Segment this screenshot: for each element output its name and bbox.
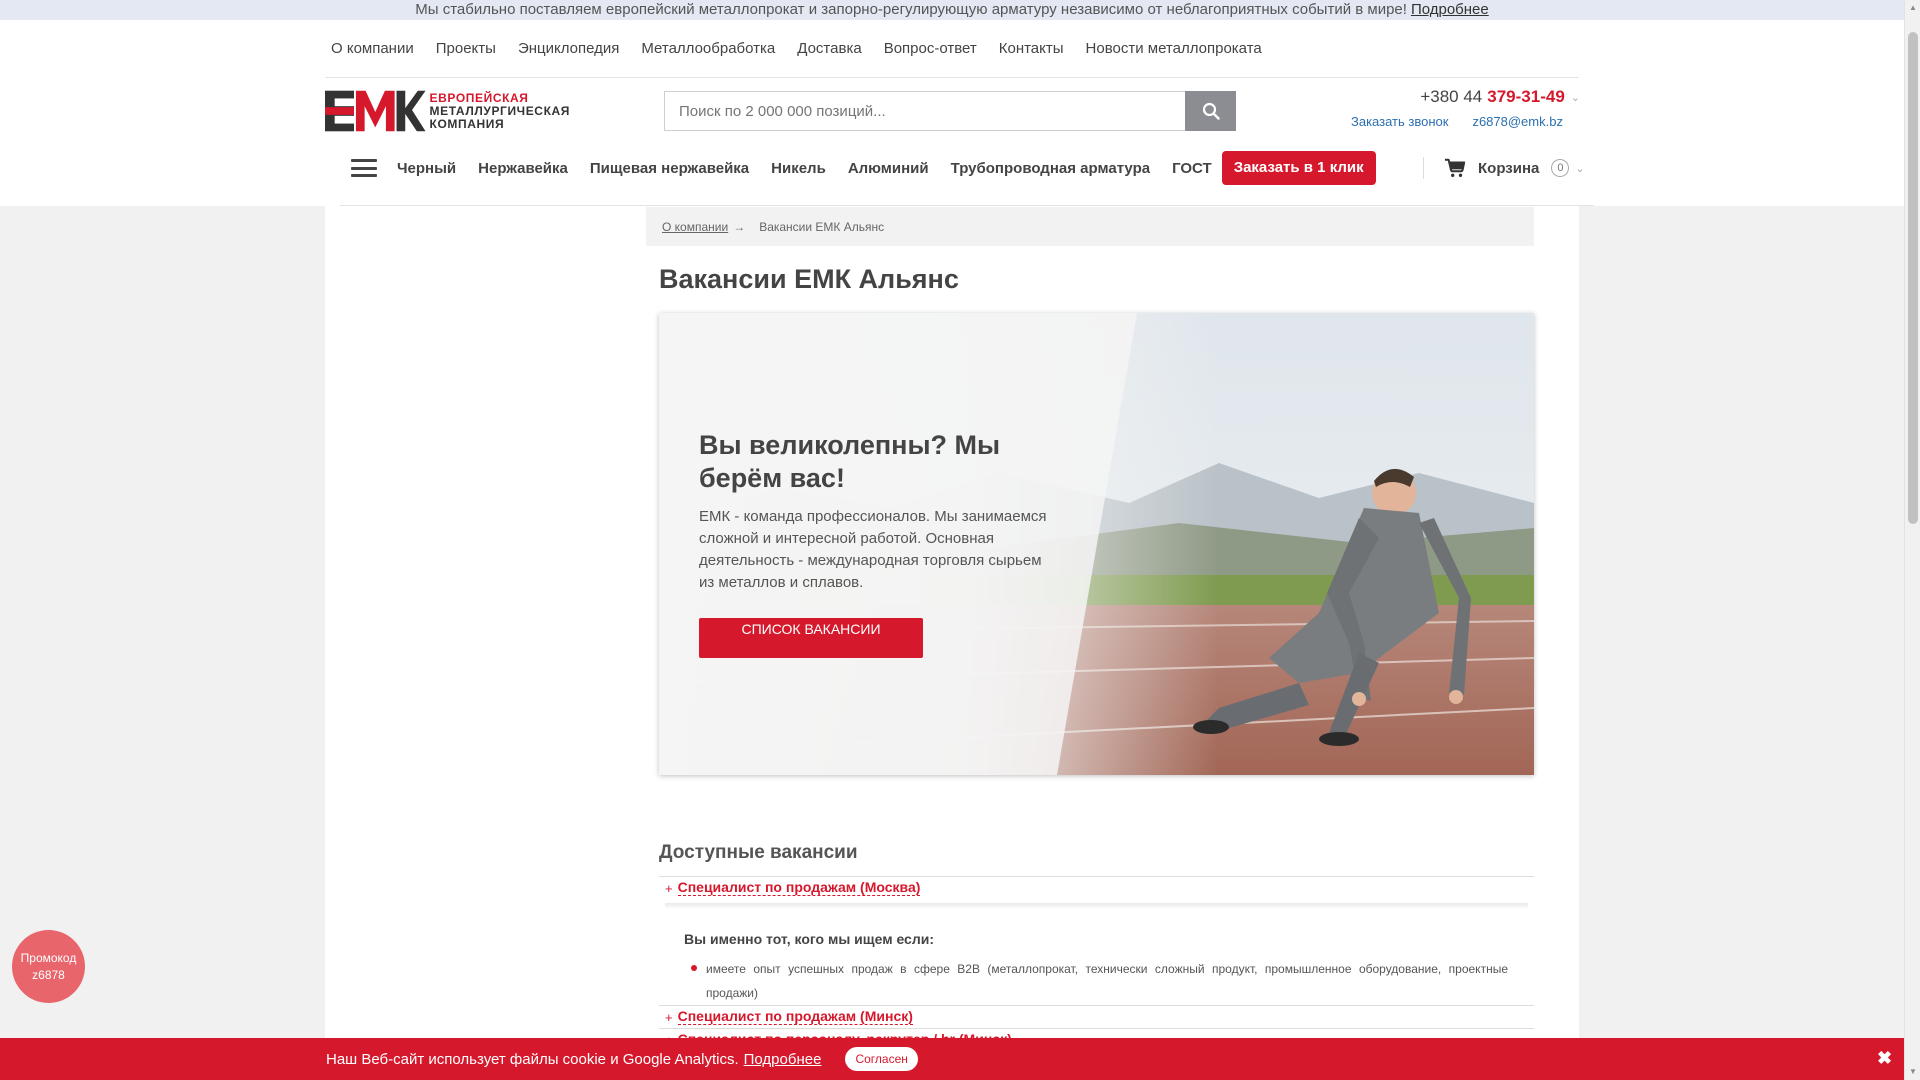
promo-label: Промокод: [20, 950, 77, 965]
hero-text: ЕМК - команда профессионалов. Мы занимае…: [699, 508, 1047, 591]
top-nav-about[interactable]: О компании: [331, 38, 414, 60]
vacancy-list-button[interactable]: СПИСОК ВАКАНСИИ: [699, 618, 923, 658]
promo-code-badge[interactable]: Промокод z6878: [12, 930, 85, 1003]
breadcrumb-current: Вакансии ЕМК Альянс: [759, 219, 885, 234]
close-icon[interactable]: ✖: [1877, 1048, 1892, 1069]
cookie-more-link[interactable]: Подробнее: [744, 1051, 822, 1068]
category-nav-divider: [340, 205, 1594, 206]
email-link[interactable]: z6878@emk.bz: [1472, 114, 1563, 129]
cookie-banner: Наш Веб-сайт использует файлы cookie и G…: [0, 1038, 1904, 1080]
notice-text: Мы стабильно поставляем европейский мета…: [415, 1, 1407, 18]
search-input[interactable]: [664, 91, 1185, 131]
phone-number[interactable]: +380 44 379-31-49 ⌄: [1420, 87, 1580, 107]
plus-icon: +: [665, 1009, 673, 1025]
vacancy-item[interactable]: + Специалист по продажам (Москва): [659, 876, 1534, 899]
top-nav-encyclopedia[interactable]: Энциклопедия: [518, 38, 619, 60]
search-icon: [1202, 102, 1220, 120]
plus-icon: +: [665, 880, 673, 896]
vacancy-divider: [665, 903, 1528, 909]
notice-bar: Мы стабильно поставляем европейский мета…: [0, 0, 1904, 20]
header-contacts: Заказать звонок z6878@emk.bz: [1351, 114, 1563, 129]
top-nav-projects[interactable]: Проекты: [436, 38, 496, 60]
notice-more-link[interactable]: Подробнее: [1411, 1, 1489, 18]
category-nickel[interactable]: Никель: [771, 160, 826, 177]
logo-text: ЕВРОПЕЙСКАЯ МЕТАЛЛУРГИЧЕСКАЯ КОМПАНИЯ: [429, 90, 570, 131]
top-nav-metalworking[interactable]: Металлообработка: [641, 38, 775, 60]
scroll-down-icon[interactable]: ▼: [1908, 1067, 1918, 1077]
top-nav: О компании Проекты Энциклопедия Металлоо…: [325, 38, 1284, 60]
category-gost[interactable]: ГОСТ: [1172, 160, 1212, 177]
cart[interactable]: Корзина 0 ⌄: [1423, 157, 1585, 179]
category-food-stainless[interactable]: Пищевая нержавейка: [590, 160, 749, 177]
chevron-down-icon[interactable]: ⌄: [1575, 162, 1584, 175]
category-aluminium[interactable]: Алюминий: [848, 160, 929, 177]
logo-line-3: КОМПАНИЯ: [429, 116, 505, 131]
menu-icon[interactable]: [351, 159, 377, 177]
vacancy-link[interactable]: Специалист по продажам (Москва): [677, 880, 921, 896]
top-nav-faq[interactable]: Вопрос-ответ: [884, 38, 977, 60]
chevron-down-icon[interactable]: ⌄: [1571, 91, 1580, 104]
vacancy-link[interactable]: Специалист по продажам (Минск): [677, 1009, 913, 1025]
breadcrumb-arrow: →: [733, 219, 746, 234]
cart-count-badge: 0: [1551, 159, 1570, 177]
phone-main: 379-31-49: [1487, 87, 1565, 106]
promo-code: z6878: [32, 967, 65, 982]
hero-banner: Вы великолепны? Мы берём вас! ЕМК - кома…: [659, 313, 1534, 775]
page-title: Вакансии ЕМК Альянс: [659, 264, 959, 294]
cart-icon: [1444, 158, 1466, 177]
category-stainless[interactable]: Нержавейка: [478, 160, 568, 177]
logo[interactable]: ЕВРОПЕЙСКАЯ МЕТАЛЛУРГИЧЕСКАЯ КОМПАНИЯ: [325, 90, 570, 132]
vacancy-details-heading: Вы именно тот, кого мы ищем если:: [684, 931, 934, 947]
vacancy-requirements: имеете опыт успешных продаж в сфере B2B …: [684, 957, 1508, 1005]
breadcrumb: О компании → Вакансии ЕМК Альянс: [646, 207, 1534, 246]
category-pipeline-fittings[interactable]: Трубопроводная арматура: [951, 160, 1150, 177]
logo-mark-icon: [325, 90, 426, 132]
breadcrumb-about-link[interactable]: О компании: [662, 220, 728, 234]
search-button[interactable]: [1185, 91, 1236, 131]
top-nav-contacts[interactable]: Контакты: [999, 38, 1064, 60]
phone-prefix: +380 44: [1420, 87, 1483, 106]
category-black[interactable]: Черный: [397, 160, 456, 177]
logo-line-1: ЕВРОПЕЙСКАЯ: [429, 90, 529, 105]
top-nav-divider: [325, 77, 1579, 78]
hero-heading: Вы великолепны? Мы берём вас!: [699, 430, 1001, 493]
order-one-click-button[interactable]: Заказать в 1 клик: [1221, 151, 1376, 185]
search-bar: [664, 91, 1236, 131]
cart-label: Корзина: [1478, 159, 1540, 177]
vacancies-title: Доступные вакансии: [659, 842, 858, 863]
vacancy-item[interactable]: + Специалист по продажам (Минск): [659, 1005, 1534, 1028]
scrollbar[interactable]: ▲ ▼: [1904, 0, 1920, 1080]
vacancy-details: Вы именно тот, кого мы ищем если: имеете…: [684, 931, 1508, 1005]
scrollbar-thumb[interactable]: [1908, 32, 1918, 524]
cookie-text: Наш Веб-сайт использует файлы cookie и G…: [326, 1050, 739, 1068]
cookie-accept-button[interactable]: Согласен: [845, 1047, 918, 1071]
scroll-up-icon[interactable]: ▲: [1908, 3, 1918, 13]
top-nav-delivery[interactable]: Доставка: [797, 38, 861, 60]
logo-line-2: МЕТАЛЛУРГИЧЕСКАЯ: [429, 103, 570, 118]
callback-link[interactable]: Заказать звонок: [1351, 114, 1448, 129]
requirement-item: имеете опыт успешных продаж в сфере B2B …: [684, 957, 1508, 1005]
top-nav-news[interactable]: Новости металлопроката: [1086, 38, 1262, 60]
category-nav: Черный Нержавейка Пищевая нержавейка Ник…: [325, 150, 1376, 186]
